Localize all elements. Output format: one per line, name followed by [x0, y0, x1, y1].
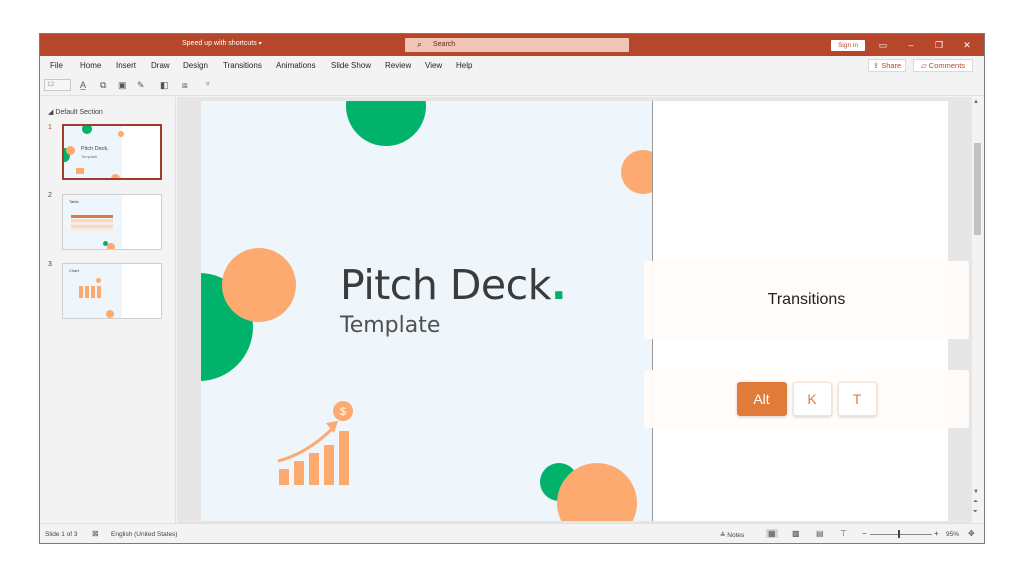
thumbnail-subtitle: Template: [81, 154, 98, 159]
title-bar: Speed up with shortcuts ▾ ⌕ Search Sign …: [40, 34, 984, 56]
green-circle-top: [346, 101, 426, 146]
scroll-up-icon[interactable]: ▲: [973, 99, 979, 105]
notes-button[interactable]: ≙ Notes: [720, 531, 744, 539]
language-indicator[interactable]: English (United States): [111, 531, 177, 538]
normal-view-icon[interactable]: ▦: [766, 529, 778, 538]
thumbnail-table-header: [71, 215, 113, 218]
more-options-icon[interactable]: ▿: [206, 79, 210, 91]
slide-thumbnail-1[interactable]: Pitch Deck. Template: [62, 124, 162, 180]
search-placeholder: Search: [433, 41, 456, 48]
menu-help[interactable]: Help: [456, 61, 472, 70]
menu-home[interactable]: Home: [80, 61, 101, 70]
font-color-icon[interactable]: A̲: [80, 79, 86, 91]
thumbnail-title: Pitch Deck.: [81, 146, 109, 152]
slide-thumbnail-3[interactable]: Chart.: [62, 263, 162, 319]
slide-subtitle[interactable]: Template: [340, 313, 440, 338]
shortcut-keys: Alt K T: [644, 370, 969, 428]
scroll-down-icon[interactable]: ▼: [973, 489, 979, 495]
font-size-box[interactable]: 12: [44, 79, 71, 91]
menu-animations[interactable]: Animations: [276, 61, 316, 70]
thumbnail-decoration: [96, 278, 101, 283]
zoom-out-button[interactable]: −: [862, 529, 867, 538]
text-box-icon[interactable]: ▣: [118, 79, 127, 91]
reading-view-icon[interactable]: ▤: [816, 529, 824, 538]
shortcut-keys-card: Alt K T: [644, 370, 969, 428]
vertical-scrollbar[interactable]: ▲ ▼ ⏶ ⏷: [972, 97, 984, 523]
notes-icon: ≙: [720, 532, 726, 539]
svg-text:$: $: [340, 406, 346, 418]
sign-in-button[interactable]: Sign in: [831, 40, 865, 51]
slide-editing-area: Pitch Deck. Template $ Transitions Alt K…: [177, 97, 972, 523]
thumbnail-number: 2: [48, 192, 52, 199]
orange-circle-top-right: [621, 150, 652, 194]
arrange-icon[interactable]: ⧈: [182, 79, 188, 91]
thumbnail-decoration: [106, 310, 114, 318]
slideshow-view-icon[interactable]: ⊤: [840, 529, 847, 538]
zoom-slider-track[interactable]: [870, 534, 932, 535]
thumbnail-decoration: [118, 131, 124, 137]
thumbnail-table-rows: [71, 219, 113, 231]
status-bar: Slide 1 of 3 ⊠ English (United States) ≙…: [40, 523, 984, 543]
growth-chart-icon: $: [277, 401, 353, 485]
accessibility-icon[interactable]: ⊠: [92, 529, 99, 538]
thumbnail-title: Chart.: [69, 268, 80, 273]
close-icon[interactable]: ✕: [960, 38, 974, 52]
menu-insert[interactable]: Insert: [116, 61, 136, 70]
orange-circle-left: [222, 248, 296, 322]
fit-slide-icon[interactable]: ✥: [968, 529, 975, 538]
zoom-in-button[interactable]: +: [934, 529, 939, 538]
section-header[interactable]: ◢ Default Section: [48, 108, 103, 116]
search-icon: ⌕: [417, 39, 423, 49]
share-icon: ⇪: [872, 61, 880, 70]
key-alt: Alt: [736, 382, 787, 416]
thumbnail-decoration: [66, 146, 75, 155]
menu-review[interactable]: Review: [385, 61, 411, 70]
share-button[interactable]: ⇪ Share: [868, 59, 906, 72]
slide-canvas[interactable]: Pitch Deck. Template $: [201, 101, 652, 521]
slide-title[interactable]: Pitch Deck.: [340, 261, 567, 309]
menu-view[interactable]: View: [425, 61, 442, 70]
ribbon-toolbar: 12 A̲ ⧉ ▣ ✎ ◧ ⧈ ▿: [40, 74, 984, 96]
shortcut-command-label: Transitions: [767, 291, 846, 308]
shortcut-tip[interactable]: Speed up with shortcuts ▾: [182, 40, 262, 47]
menu-design[interactable]: Design: [183, 61, 208, 70]
shape-icon[interactable]: ⧉: [100, 79, 106, 91]
thumbnail-number: 1: [48, 124, 52, 131]
thumbnail-decoration: [107, 243, 115, 249]
menu-transitions[interactable]: Transitions: [223, 61, 262, 70]
shape-outline-icon[interactable]: ◧: [160, 79, 169, 91]
menu-bar: File Home Insert Draw Design Transitions…: [40, 56, 984, 74]
key-k: K: [792, 382, 832, 416]
slide-thumbnail-pane: ◢ Default Section 1 Pitch Deck. Template…: [40, 97, 176, 523]
menu-file[interactable]: File: [50, 61, 63, 70]
thumbnail-number: 3: [48, 261, 52, 268]
slide-thumbnail-2[interactable]: Table.: [62, 194, 162, 250]
restore-icon[interactable]: ❐: [932, 38, 946, 52]
thumbnail-title: Table.: [69, 199, 80, 204]
comment-icon: ▱: [920, 61, 927, 70]
thumbnail-decoration: [111, 174, 120, 178]
previous-slide-icon[interactable]: ⏶: [973, 499, 978, 506]
thumbnail-decoration: [82, 126, 92, 134]
highlight-icon[interactable]: ✎: [137, 79, 145, 91]
thumbnail-chart-icon: [76, 168, 84, 174]
zoom-slider-thumb[interactable]: [898, 530, 900, 538]
zoom-level[interactable]: 95%: [946, 531, 959, 538]
search-box[interactable]: ⌕ Search: [405, 38, 629, 52]
slide-indicator: Slide 1 of 3: [45, 531, 78, 538]
slide-sorter-icon[interactable]: ▩: [792, 529, 800, 538]
shortcut-command-card: Transitions: [644, 261, 969, 339]
comments-button[interactable]: ▱ Comments: [913, 59, 973, 72]
menu-slide-show[interactable]: Slide Show: [331, 61, 371, 70]
key-t: T: [837, 382, 877, 416]
ribbon-display-icon[interactable]: ▭: [876, 38, 890, 52]
scrollbar-thumb[interactable]: [974, 143, 981, 235]
powerpoint-window: Speed up with shortcuts ▾ ⌕ Search Sign …: [39, 33, 985, 544]
menu-draw[interactable]: Draw: [151, 61, 170, 70]
next-slide-icon[interactable]: ⏷: [973, 509, 978, 516]
minimize-icon[interactable]: –: [904, 38, 918, 52]
thumbnail-chart-icon: [79, 286, 101, 298]
